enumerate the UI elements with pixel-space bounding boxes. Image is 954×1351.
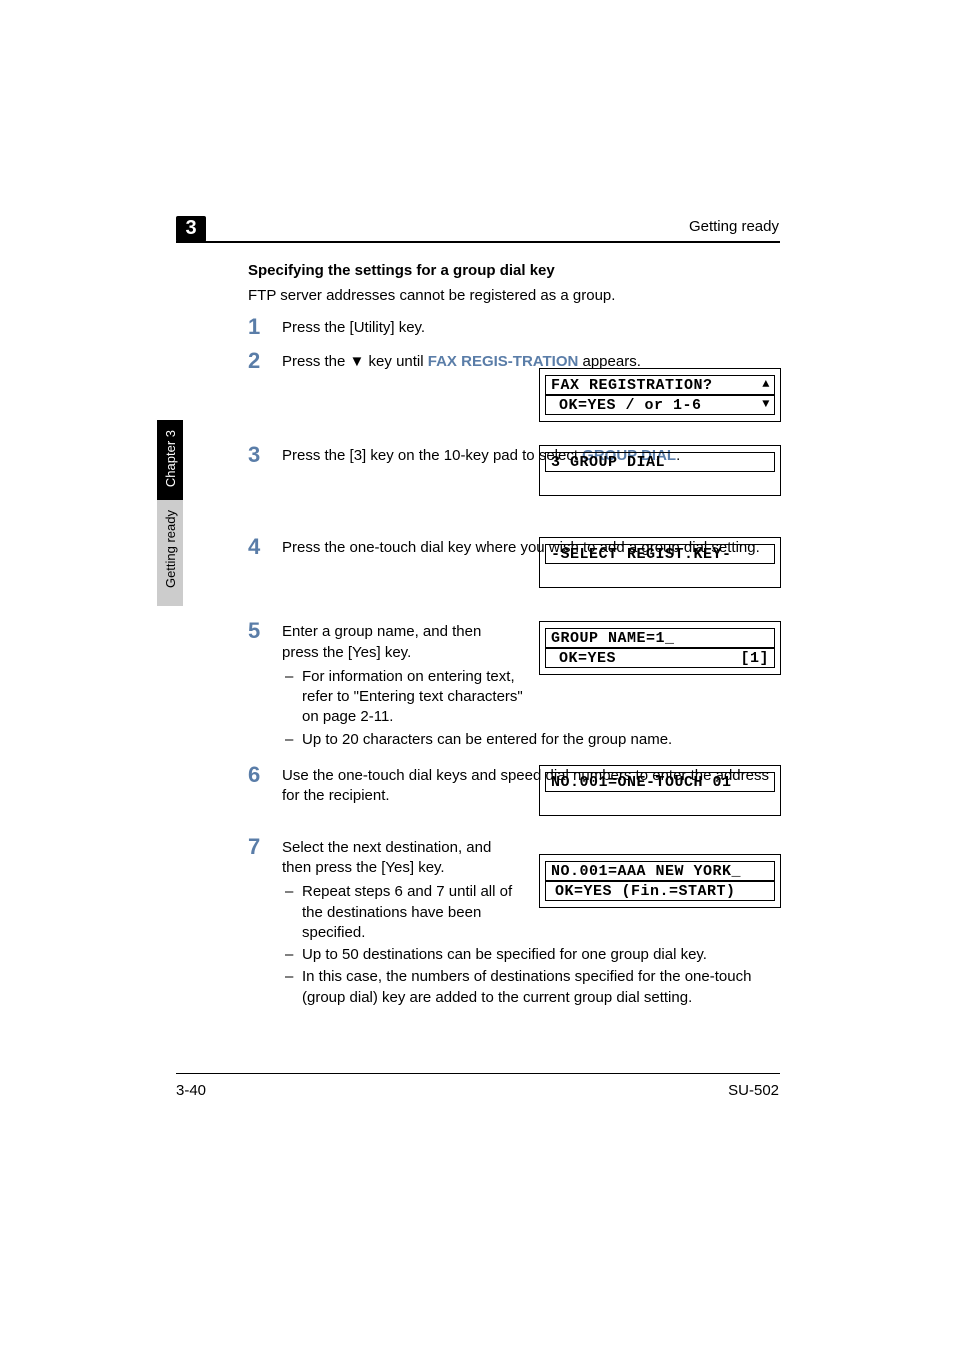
lcd5-line1: GROUP NAME=1_ bbox=[545, 628, 775, 648]
lcd-step5: GROUP NAME=1_ OK=YES [1] bbox=[539, 621, 781, 675]
section-title: Specifying the settings for a group dial… bbox=[248, 262, 780, 279]
s7-bullet-3: In this case, the numbers of destination… bbox=[282, 967, 780, 1008]
step-num-2: 2 bbox=[248, 350, 282, 372]
s2-arrow: ▼ bbox=[350, 353, 365, 370]
s2-pre: Press the bbox=[282, 353, 350, 370]
footer-page-number: 3-40 bbox=[176, 1082, 206, 1099]
page-header-label: Getting ready bbox=[689, 218, 779, 235]
s7-bullet-1: Repeat steps 6 and 7 until all of the de… bbox=[282, 882, 532, 943]
s7-bullet-2: Up to 50 destinations can be specified f… bbox=[282, 945, 780, 965]
s3-pre: Press the [3] key on the 10-key pad to s… bbox=[282, 447, 582, 464]
lcd-step4: -SELECT REGIST.KEY- bbox=[539, 537, 781, 588]
intro-text: FTP server addresses cannot be registere… bbox=[248, 287, 780, 304]
lcd5-line2: OK=YES [1] bbox=[545, 648, 775, 668]
step-2: 2 Press the ▼ key until FAX REGIS-TRATIO… bbox=[248, 352, 780, 424]
header-rule bbox=[176, 241, 780, 243]
lcd3-line: 3 GROUP DIAL bbox=[545, 452, 775, 472]
s5-text: Enter a group name, and then press the [… bbox=[282, 622, 520, 663]
lcd5-line2-left: OK=YES bbox=[551, 650, 616, 667]
lcd-step7: NO.001=AAA NEW YORK_ OK=YES (Fin.=START) bbox=[539, 854, 781, 908]
footer-model: SU-502 bbox=[728, 1082, 779, 1099]
step-6: 6 Use the one-touch dial keys and speed … bbox=[248, 766, 780, 824]
side-tab-gray: Getting ready bbox=[157, 500, 183, 606]
step-num-3: 3 bbox=[248, 444, 282, 466]
step-7: 7 Select the next destination, and then … bbox=[248, 838, 780, 1010]
lcd2-line2-text: OK=YES / or 1-6 bbox=[551, 397, 702, 414]
side-tab-black: Chapter 3 bbox=[157, 420, 183, 500]
s7-text: Select the next destination, and then pr… bbox=[282, 838, 520, 879]
lcd6-line: NO.001=ONE-TOUCH 01 bbox=[545, 772, 775, 792]
lcd-step2: FAX REGISTRATION? ▲ OK=YES / or 1-6 ▼ bbox=[539, 368, 781, 422]
step-1: 1 Press the [Utility] key. bbox=[248, 318, 780, 338]
lcd-step3: 3 GROUP DIAL bbox=[539, 445, 781, 496]
step-num-4: 4 bbox=[248, 536, 282, 558]
lcd7-line1: NO.001=AAA NEW YORK_ bbox=[545, 861, 775, 881]
step-4: 4 Press the one-touch dial key where you… bbox=[248, 538, 780, 600]
lcd2-line2: OK=YES / or 1-6 ▼ bbox=[545, 395, 775, 415]
step-3: 3 Press the [3] key on the 10-key pad to… bbox=[248, 446, 780, 516]
arrow-down-icon: ▼ bbox=[762, 396, 770, 413]
side-tab: Chapter 3 Getting ready bbox=[157, 420, 183, 606]
step-num-7: 7 bbox=[248, 836, 282, 858]
side-tab-black-text: Chapter 3 bbox=[163, 430, 178, 487]
lcd2-line1-text: FAX REGISTRATION? bbox=[551, 377, 713, 394]
lcd-step6: NO.001=ONE-TOUCH 01 bbox=[539, 765, 781, 816]
arrow-up-icon: ▲ bbox=[762, 376, 770, 393]
s5-bullet-2: Up to 20 characters can be entered for t… bbox=[282, 730, 780, 750]
lcd5-line2-right: [1] bbox=[740, 650, 769, 667]
step-5: 5 Enter a group name, and then press the… bbox=[248, 622, 780, 752]
page: 3 Getting ready Chapter 3 Getting ready … bbox=[0, 0, 954, 1351]
step-num-1: 1 bbox=[248, 316, 282, 338]
step-num-6: 6 bbox=[248, 764, 282, 786]
step-body-1: Press the [Utility] key. bbox=[282, 318, 780, 338]
side-tab-gray-text: Getting ready bbox=[163, 510, 178, 588]
lcd7-line2: OK=YES (Fin.=START) bbox=[545, 881, 775, 901]
s5-bullet-1: For information on entering text, refer … bbox=[282, 667, 540, 728]
s2-mid: key until bbox=[364, 353, 427, 370]
lcd2-line1: FAX REGISTRATION? ▲ bbox=[545, 375, 775, 395]
lcd4-line: -SELECT REGIST.KEY- bbox=[545, 544, 775, 564]
footer-rule bbox=[176, 1073, 780, 1074]
step-num-5: 5 bbox=[248, 620, 282, 642]
chapter-badge: 3 bbox=[176, 216, 206, 242]
